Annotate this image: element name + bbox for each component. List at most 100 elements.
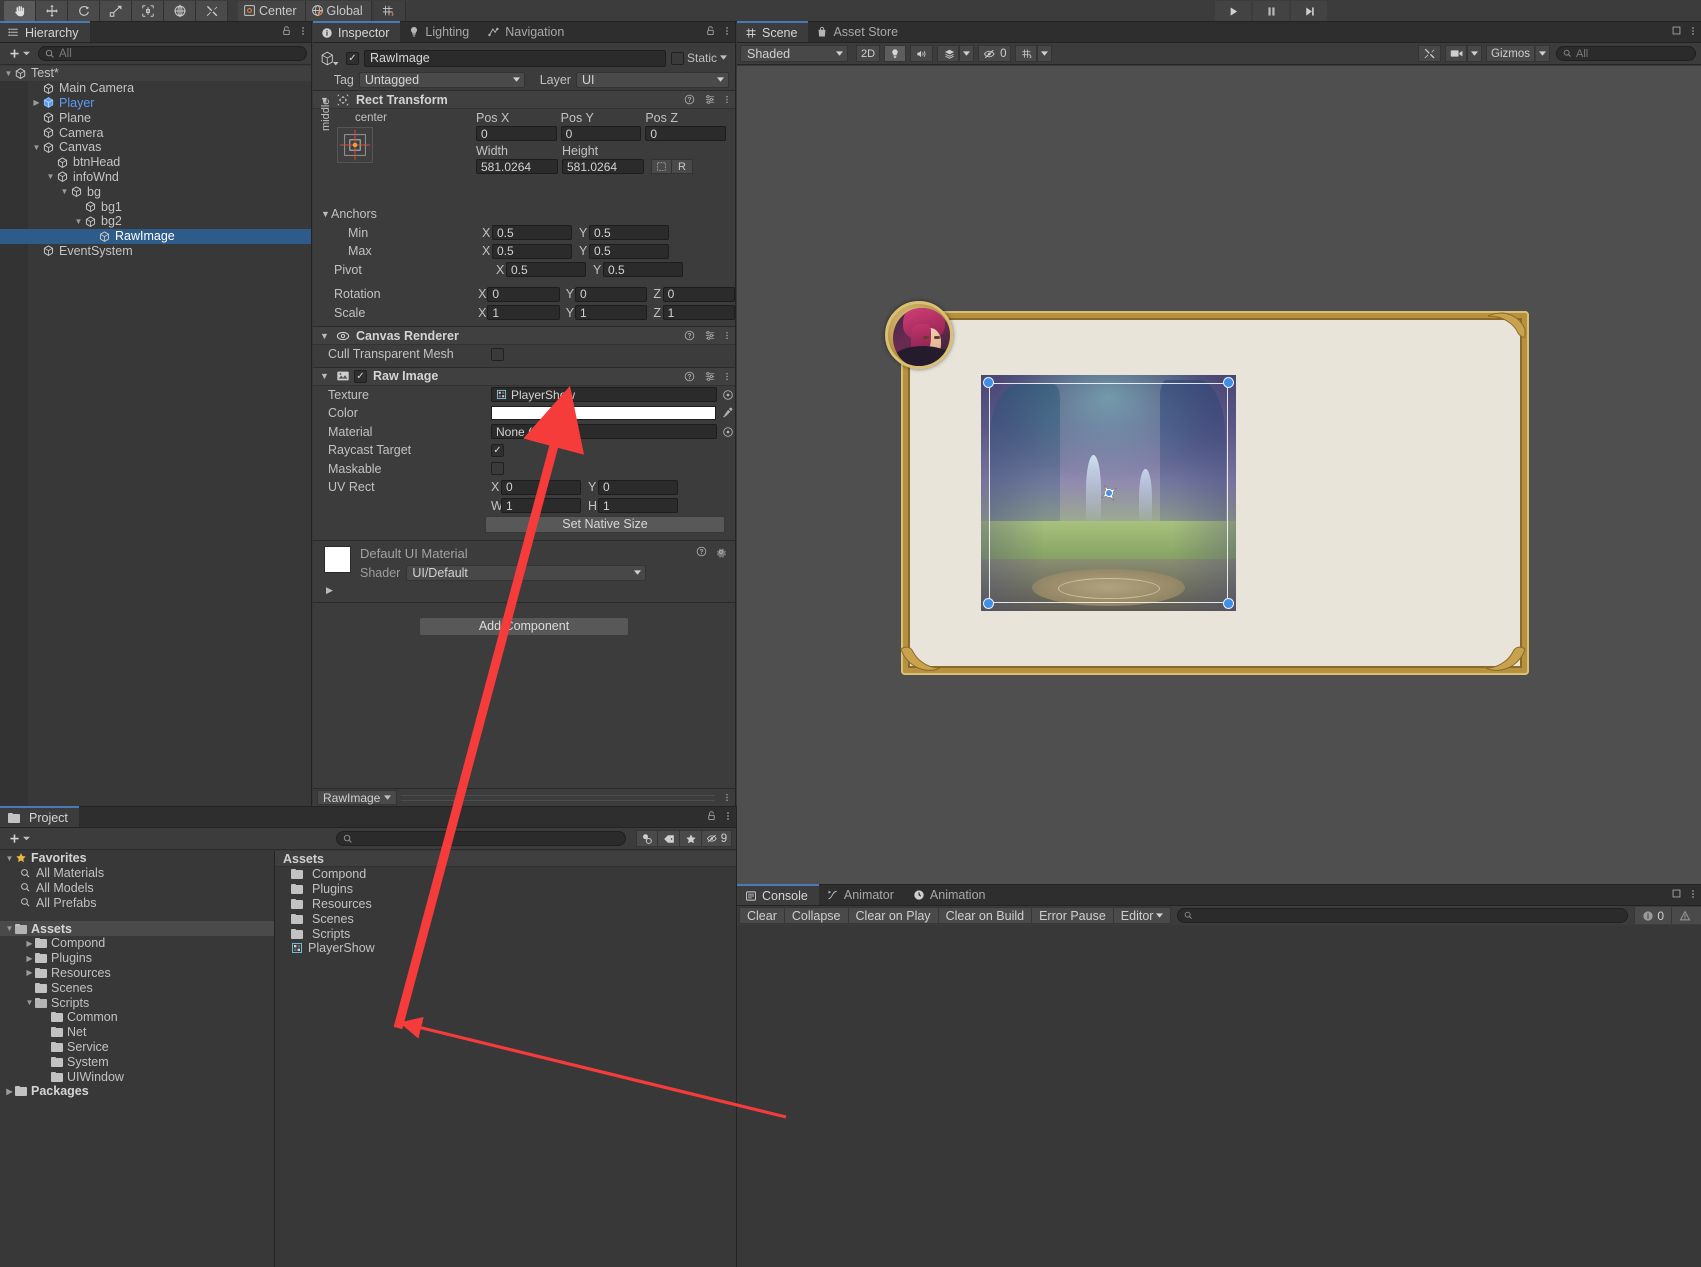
hierarchy-item-infownd[interactable]: ▼ infoWnd xyxy=(0,170,311,185)
preset-icon[interactable] xyxy=(704,330,716,341)
lock-icon[interactable] xyxy=(705,25,716,37)
hierarchy-search-input[interactable]: All xyxy=(38,46,307,61)
project-folder-resources[interactable]: ▶ Resources xyxy=(0,966,274,981)
material-picker-button[interactable] xyxy=(721,425,735,439)
pivot-y-input[interactable]: 0.5 xyxy=(603,262,683,278)
rect-handle-bottomright[interactable] xyxy=(1223,598,1234,609)
favorite-item-all-prefabs[interactable]: All Prefabs xyxy=(0,895,274,910)
player-avatar-medallion[interactable] xyxy=(885,301,953,369)
texture-picker-button[interactable] xyxy=(721,388,735,402)
height-input[interactable]: 581.0264 xyxy=(562,159,644,174)
toggle-2d-button[interactable]: 2D xyxy=(856,45,881,62)
create-object-button[interactable] xyxy=(4,47,34,60)
tab-animator[interactable]: Animator xyxy=(819,884,905,905)
gameobject-name-input[interactable]: RawImage xyxy=(364,49,666,67)
gear-icon[interactable] xyxy=(715,546,727,558)
hierarchy-item-bg1[interactable]: bg1 xyxy=(0,199,311,214)
project-folder-service[interactable]: Service xyxy=(0,1040,274,1055)
project-folder-twirl[interactable]: ▶ xyxy=(24,968,35,977)
scene-grid-toggle[interactable] xyxy=(1015,45,1038,62)
scene-grid-dropdown[interactable] xyxy=(1037,45,1053,62)
maskable-checkbox[interactable] xyxy=(491,462,504,476)
project-create-button[interactable] xyxy=(4,832,34,845)
project-search-input[interactable] xyxy=(336,831,626,846)
console-search-input[interactable] xyxy=(1177,908,1629,923)
hierarchy-item-rawimage[interactable]: RawImage xyxy=(0,228,311,244)
project-folder-twirl[interactable]: ▶ xyxy=(24,939,35,948)
tab-console[interactable]: Console xyxy=(737,884,819,905)
play-button[interactable] xyxy=(1215,1,1251,21)
tab-hierarchy[interactable]: Hierarchy xyxy=(0,21,90,42)
width-input[interactable]: 581.0264 xyxy=(476,159,558,174)
color-eyedropper-button[interactable] xyxy=(721,407,735,419)
anchor-max-x-input[interactable]: 0.5 xyxy=(492,243,572,259)
step-button[interactable] xyxy=(1291,1,1327,21)
pos-y-input[interactable]: 0 xyxy=(560,126,642,141)
raw-image-enabled-checkbox[interactable]: ✓ xyxy=(354,369,367,383)
more-menu-icon[interactable] xyxy=(719,792,735,803)
project-folder-scripts[interactable]: ▼ Scripts xyxy=(0,995,274,1010)
pause-button[interactable] xyxy=(1253,1,1289,21)
gizmos-search-input[interactable]: All xyxy=(1556,46,1696,61)
move-tool-button[interactable] xyxy=(36,0,68,21)
hierarchy-item-canvas[interactable]: ▼ Canvas xyxy=(0,140,311,155)
rect-transform-header[interactable]: ▼ Rect Transform xyxy=(313,90,735,109)
more-menu-icon[interactable] xyxy=(725,25,729,37)
scene-audio-toggle[interactable] xyxy=(910,45,934,62)
raw-image-foldout[interactable]: ▼ xyxy=(319,371,330,381)
add-component-button[interactable]: Add Component xyxy=(419,616,629,636)
more-menu-icon[interactable] xyxy=(725,371,729,382)
project-folder-common[interactable]: Common xyxy=(0,1010,274,1025)
console-collapse-button[interactable]: Collapse xyxy=(784,907,849,924)
custom-tool-button[interactable] xyxy=(196,0,228,21)
layer-dropdown[interactable]: UI xyxy=(575,72,729,88)
preset-icon[interactable] xyxy=(704,94,716,105)
favorite-item-all-models[interactable]: All Models xyxy=(0,881,274,896)
asset-item-playershow[interactable]: PlayerShow xyxy=(275,941,736,956)
more-menu-icon[interactable] xyxy=(726,810,730,822)
asset-item-plugins[interactable]: Plugins xyxy=(275,882,736,897)
canvas-renderer-foldout[interactable]: ▼ xyxy=(319,331,330,341)
more-menu-icon[interactable] xyxy=(725,94,729,105)
pivot-gizmo[interactable] xyxy=(1094,478,1124,508)
more-menu-icon[interactable] xyxy=(1691,25,1695,37)
texture-object-field[interactable]: PlayerShow xyxy=(491,387,717,403)
anchor-min-y-input[interactable]: 0.5 xyxy=(589,225,669,241)
scale-tool-button[interactable] xyxy=(100,0,132,21)
project-hidden-count-button[interactable]: 9 xyxy=(702,830,732,847)
rotation-z-input[interactable]: 0 xyxy=(662,286,735,302)
rect-tool-button[interactable] xyxy=(132,0,164,21)
scene-lighting-toggle[interactable] xyxy=(884,45,907,62)
raycast-target-checkbox[interactable]: ✓ xyxy=(491,443,504,457)
help-icon[interactable] xyxy=(684,371,695,382)
console-warning-counter[interactable] xyxy=(1671,907,1701,924)
scene-camera-dropdown[interactable] xyxy=(1467,45,1483,62)
scale-x-input[interactable]: 1 xyxy=(487,305,560,321)
uv-y-input[interactable]: 0 xyxy=(598,479,678,495)
asset-item-scenes[interactable]: Scenes xyxy=(275,911,736,926)
project-folder-scenes[interactable]: Scenes xyxy=(0,980,274,995)
color-swatch[interactable] xyxy=(490,406,717,421)
uv-h-input[interactable]: 1 xyxy=(598,498,678,514)
asset-item-resources[interactable]: Resources xyxy=(275,897,736,912)
canvas-renderer-header[interactable]: ▼ Canvas Renderer xyxy=(313,326,735,345)
gizmos-button[interactable]: Gizmos xyxy=(1486,45,1535,62)
more-menu-icon[interactable] xyxy=(301,25,305,37)
more-menu-icon[interactable] xyxy=(725,330,729,341)
scale-z-input[interactable]: 1 xyxy=(662,305,735,321)
tab-project[interactable]: Project xyxy=(0,806,79,827)
lock-icon[interactable] xyxy=(706,810,717,822)
uv-w-input[interactable]: 1 xyxy=(501,498,581,514)
pivot-mode-button[interactable]: Center xyxy=(238,0,306,21)
filter-by-label-button[interactable] xyxy=(658,830,680,847)
tab-navigation[interactable]: Navigation xyxy=(480,21,575,42)
scene-tools-button[interactable] xyxy=(1418,45,1442,62)
console-clear-button[interactable]: Clear xyxy=(739,907,785,924)
anchor-min-x-input[interactable]: 0.5 xyxy=(492,225,572,241)
hierarchy-item-plane[interactable]: Plane xyxy=(0,110,311,125)
rotation-y-input[interactable]: 0 xyxy=(574,286,648,302)
hierarchy-twirl[interactable]: ▶ xyxy=(31,98,42,107)
packages-row[interactable]: ▶ Packages xyxy=(0,1084,274,1099)
asset-item-compond[interactable]: Compond xyxy=(275,867,736,882)
pos-x-input[interactable]: 0 xyxy=(476,126,557,141)
